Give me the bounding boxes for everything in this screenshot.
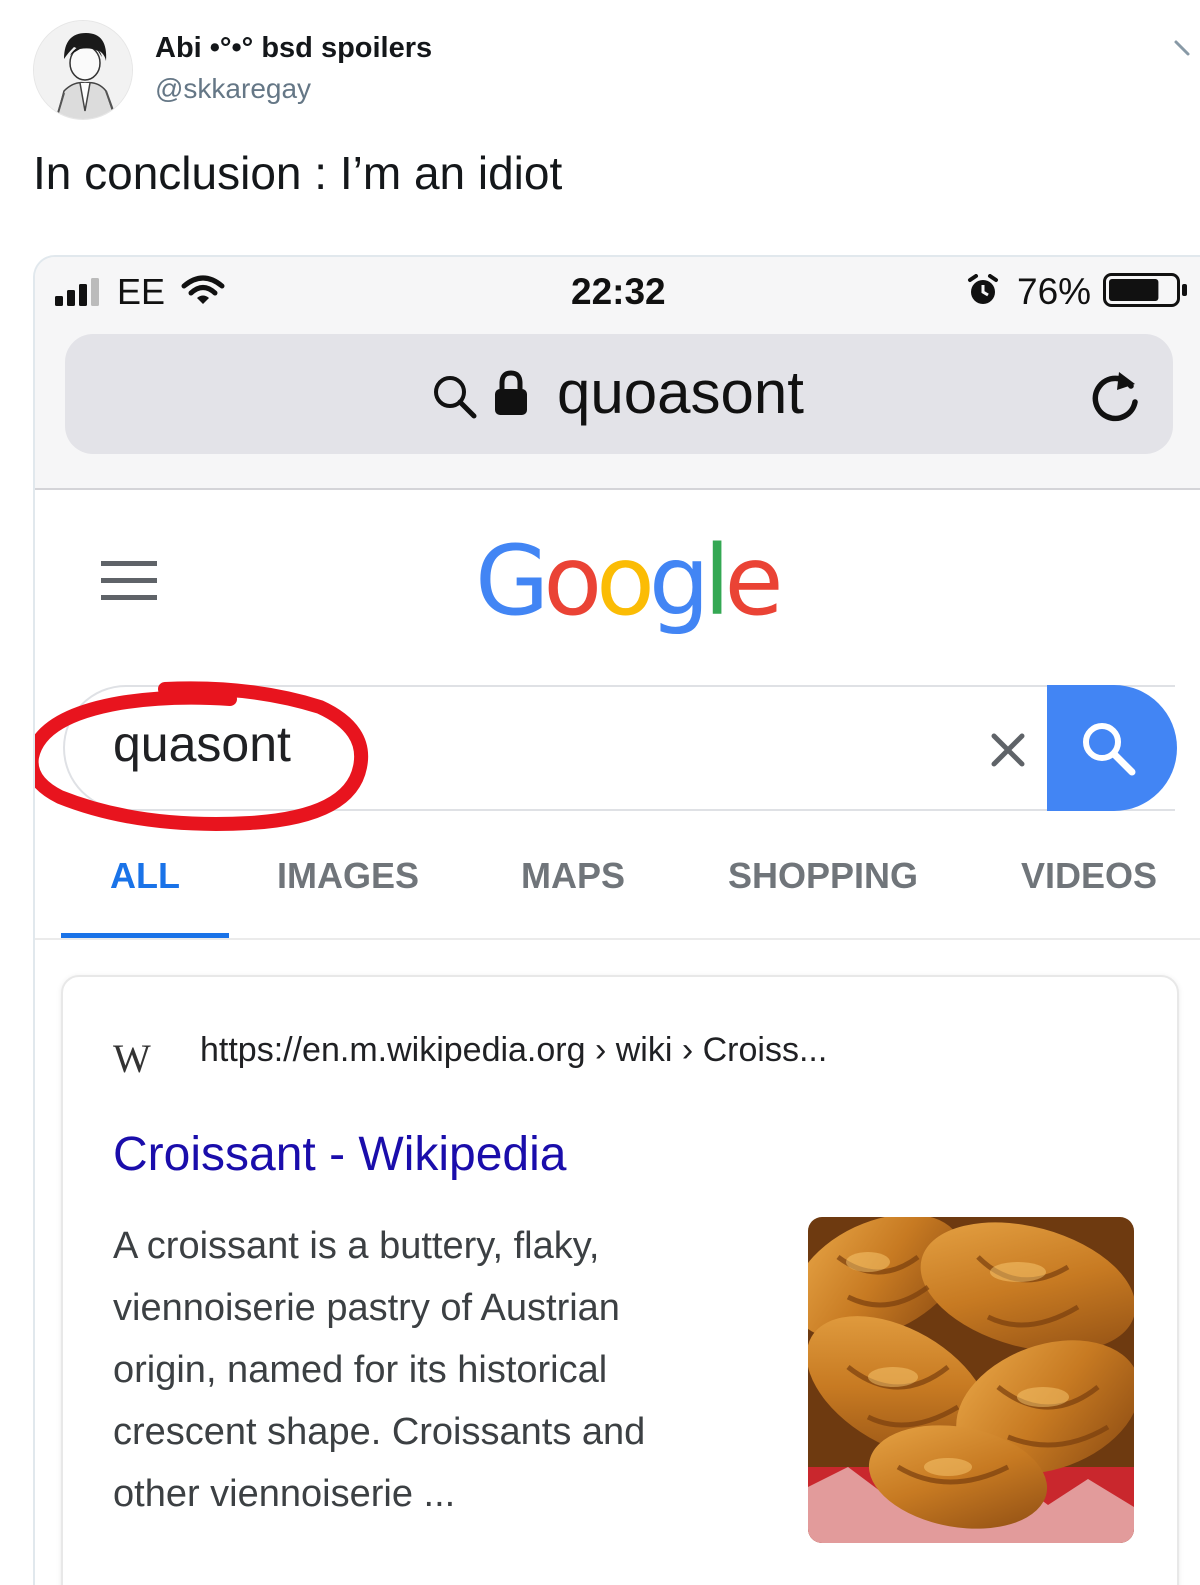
result-snippet: A croissant is a buttery, flaky, viennoi… xyxy=(113,1215,753,1525)
search-tabs: ALL IMAGES MAPS SHOPPING VIDEOS xyxy=(35,855,1200,939)
tabs-divider xyxy=(35,938,1200,940)
address-bar[interactable]: quoasont xyxy=(65,334,1173,454)
search-button[interactable] xyxy=(1047,685,1177,811)
search-icon xyxy=(434,376,477,419)
snippet-line: origin, named for its historical xyxy=(113,1349,608,1391)
chevron-down-icon[interactable] xyxy=(1168,34,1200,62)
logo-letter: e xyxy=(724,525,783,637)
browser-chrome: EE 22:32 76% quoasont xyxy=(35,257,1200,490)
logo-letter: o xyxy=(596,525,655,637)
carrier-label: EE xyxy=(117,271,166,312)
result-title[interactable]: Croissant - Wikipedia xyxy=(113,1127,566,1182)
snippet-line: other viennoiserie ... xyxy=(113,1473,456,1515)
logo-letter: o xyxy=(543,525,602,637)
battery-percent: 76% xyxy=(1017,271,1092,312)
snippet-line: A croissant is a buttery, flaky, xyxy=(113,1225,600,1267)
snippet-line: viennoiserie pastry of Austrian xyxy=(113,1287,620,1329)
status-time: 22:32 xyxy=(571,271,666,312)
search-icon xyxy=(1083,723,1136,776)
wifi-icon xyxy=(181,275,225,304)
lock-icon xyxy=(495,370,527,415)
display-name[interactable]: Abi •°•° bsd spoilers xyxy=(155,32,432,65)
logo-letter: G xyxy=(475,525,549,637)
snippet-line: crescent shape. Croissants and xyxy=(113,1411,646,1453)
close-icon[interactable] xyxy=(990,732,1026,768)
search-result-card[interactable]: W https://en.m.wikipedia.org › wiki › Cr… xyxy=(61,975,1179,1585)
tab-videos[interactable]: VIDEOS xyxy=(1021,855,1157,897)
logo-letter: l xyxy=(703,525,731,637)
search-query-text[interactable]: quasont xyxy=(113,715,291,773)
hamburger-menu-icon[interactable] xyxy=(99,557,159,605)
google-logo[interactable]: Google xyxy=(475,525,784,637)
tab-all[interactable]: ALL xyxy=(110,855,180,897)
anime-character-avatar-icon xyxy=(34,21,132,119)
croissants-photo xyxy=(808,1217,1134,1543)
wikipedia-icon: W xyxy=(113,1036,151,1081)
search-input[interactable]: quasont xyxy=(63,685,1175,811)
avatar[interactable] xyxy=(33,20,133,120)
address-text[interactable]: quoasont xyxy=(557,358,804,427)
reload-icon[interactable] xyxy=(1087,366,1143,426)
user-handle[interactable]: @skkaregay xyxy=(155,73,311,105)
tab-images[interactable]: IMAGES xyxy=(277,855,419,897)
result-url[interactable]: https://en.m.wikipedia.org › wiki › Croi… xyxy=(200,1031,827,1070)
battery-icon xyxy=(1103,273,1187,307)
logo-letter: g xyxy=(648,525,710,637)
croissant-thumbnail[interactable] xyxy=(808,1217,1134,1543)
embedded-screenshot[interactable]: EE 22:32 76% quoasont Google quasont ALL… xyxy=(33,255,1200,1585)
tab-maps[interactable]: MAPS xyxy=(521,855,625,897)
alarm-icon xyxy=(968,274,998,304)
tab-shopping[interactable]: SHOPPING xyxy=(728,855,918,897)
signal-bars-icon xyxy=(55,278,99,306)
tweet-text: In conclusion : I’m an idiot xyxy=(33,147,563,199)
